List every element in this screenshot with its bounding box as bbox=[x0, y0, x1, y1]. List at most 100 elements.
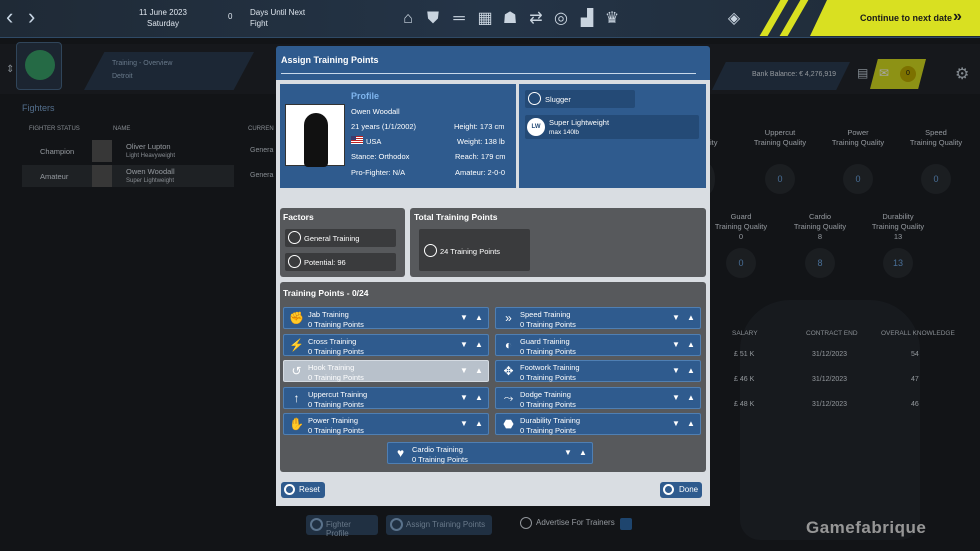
footwork-training-row[interactable]: ✥ Footwork Training 0 Training Points ▼ ▲ bbox=[495, 360, 701, 382]
cardio-training-row[interactable]: ♥ Cardio Training 0 Training Points ▼ ▲ bbox=[387, 442, 593, 464]
increase-arrow-icon[interactable]: ▲ bbox=[687, 366, 695, 375]
days-label-line1: Days Until Next bbox=[250, 8, 306, 17]
circle-icon bbox=[663, 484, 674, 495]
team-icon[interactable]: ☗ bbox=[500, 9, 520, 29]
increase-arrow-icon[interactable]: ▲ bbox=[475, 366, 483, 375]
training-points: 0 Training Points bbox=[520, 399, 576, 409]
increase-arrow-icon[interactable]: ▲ bbox=[475, 340, 483, 349]
decrease-arrow-icon[interactable]: ▼ bbox=[672, 340, 680, 349]
hook-training-row[interactable]: ↺ Hook Training 0 Training Points ▼ ▲ bbox=[283, 360, 489, 382]
training-name: Uppercut Training bbox=[308, 389, 368, 399]
modal-title: Assign Training Points bbox=[281, 55, 379, 65]
training-points: 0 Training Points bbox=[308, 426, 364, 435]
decrease-arrow-icon[interactable]: ▼ bbox=[672, 419, 680, 428]
training-name: Dodge Training bbox=[520, 389, 571, 399]
training-points: 0 Training Points bbox=[520, 373, 576, 382]
increase-arrow-icon[interactable]: ▲ bbox=[475, 393, 483, 402]
profile-reach: Reach: 179 cm bbox=[455, 152, 506, 161]
cross-training-row[interactable]: ⚡ Cross Training 0 Training Points ▼ ▲ bbox=[283, 333, 489, 356]
training-name: Durability Training bbox=[520, 416, 581, 425]
decrease-arrow-icon[interactable]: ▼ bbox=[672, 393, 680, 402]
decrease-arrow-icon[interactable]: ▼ bbox=[672, 366, 680, 375]
total-points-title: Total Training Points bbox=[414, 212, 498, 222]
power-icon: ✋ bbox=[289, 417, 304, 431]
training-points-title: Training Points - 0/24 bbox=[283, 288, 369, 298]
list-icon bbox=[528, 92, 541, 105]
decrease-arrow-icon[interactable]: ▼ bbox=[460, 393, 468, 402]
training-points: 0 Training Points bbox=[308, 320, 364, 329]
timer-icon[interactable]: ◈ bbox=[724, 9, 744, 29]
increase-arrow-icon[interactable]: ▲ bbox=[687, 393, 695, 402]
training-name: Jab Training bbox=[308, 310, 349, 319]
profile-heading: Profile bbox=[351, 91, 380, 101]
dumbbell-icon[interactable]: ═ bbox=[449, 9, 469, 29]
title-divider bbox=[281, 73, 696, 74]
training-points: 0 Training Points bbox=[520, 346, 576, 356]
decrease-arrow-icon[interactable]: ▼ bbox=[672, 313, 680, 322]
target-icon[interactable]: ◎ bbox=[551, 9, 571, 29]
increase-arrow-icon[interactable]: ▲ bbox=[687, 313, 695, 322]
stats-icon[interactable]: ▟ bbox=[577, 9, 597, 29]
done-label: Done bbox=[679, 485, 699, 494]
reset-label: Reset bbox=[299, 485, 320, 494]
footwork-icon: ✥ bbox=[503, 364, 514, 378]
list-icon bbox=[288, 255, 301, 268]
back-arrow-icon[interactable]: ‹ bbox=[6, 6, 13, 28]
decrease-arrow-icon[interactable]: ▼ bbox=[460, 340, 468, 349]
home-icon[interactable]: ⌂ bbox=[398, 9, 418, 29]
done-button[interactable]: Done bbox=[660, 482, 702, 498]
guard-training-row[interactable]: ◐ Guard Training 0 Training Points ▼ ▲ bbox=[495, 333, 701, 356]
weight-class-name: Super Lightweight bbox=[549, 118, 610, 127]
profile-country: USA bbox=[366, 137, 382, 146]
uppercut-training-row[interactable]: ↑ Uppercut Training 0 Training Points ▼ ▲ bbox=[283, 386, 489, 409]
trophy-icon[interactable]: ♛ bbox=[602, 9, 622, 29]
double-chevron-icon[interactable]: » bbox=[953, 8, 962, 26]
decrease-arrow-icon[interactable]: ▼ bbox=[564, 448, 572, 457]
decrease-arrow-icon[interactable]: ▼ bbox=[460, 313, 468, 322]
training-points: 0 Training Points bbox=[520, 426, 576, 435]
weight-class-badge: LW bbox=[527, 118, 545, 136]
forward-arrow-icon[interactable]: › bbox=[28, 6, 35, 28]
profile-stance: Stance: Orthodox bbox=[351, 152, 410, 161]
durability-training-row[interactable]: ⬣ Durability Training 0 Training Points ▼ ▲ bbox=[495, 413, 701, 435]
increase-arrow-icon[interactable]: ▲ bbox=[687, 340, 695, 349]
decrease-arrow-icon[interactable]: ▼ bbox=[460, 366, 468, 375]
increase-arrow-icon[interactable]: ▲ bbox=[475, 313, 483, 322]
dodge-icon: ⤳ bbox=[503, 390, 514, 405]
training-name: Cross Training bbox=[308, 336, 357, 346]
increase-arrow-icon[interactable]: ▲ bbox=[579, 448, 587, 457]
uppercut-icon: ↑ bbox=[293, 390, 300, 405]
days-until-fight-label: Days Until Next Fight bbox=[250, 7, 320, 29]
jab-icon: ✊ bbox=[289, 311, 304, 325]
power-training-row[interactable]: ✋ Power Training 0 Training Points ▼ ▲ bbox=[283, 413, 489, 435]
guard-icon: ◐ bbox=[504, 337, 513, 352]
training-points: 0 Training Points bbox=[308, 346, 364, 356]
training-name: Hook Training bbox=[308, 363, 355, 372]
shield-icon[interactable]: ⛊ bbox=[423, 9, 443, 29]
training-name: Footwork Training bbox=[520, 363, 580, 372]
training-points: 0 Training Points bbox=[412, 455, 468, 464]
speed-training-row[interactable]: » Speed Training 0 Training Points ▼ ▲ bbox=[495, 307, 701, 329]
training-points: 0 Training Points bbox=[308, 373, 364, 382]
calendar-icon[interactable]: ▦ bbox=[475, 9, 495, 29]
reset-button[interactable]: Reset bbox=[281, 482, 325, 498]
training-points: 0 Training Points bbox=[308, 399, 364, 409]
style-name: Slugger bbox=[545, 95, 571, 104]
training-name: Guard Training bbox=[520, 336, 570, 346]
jab-training-row[interactable]: ✊ Jab Training 0 Training Points ▼ ▲ bbox=[283, 307, 489, 329]
transfer-icon[interactable]: ⇄ bbox=[526, 9, 546, 29]
training-points: 0 Training Points bbox=[520, 320, 576, 329]
dodge-training-row[interactable]: ⤳ Dodge Training 0 Training Points ▼ ▲ bbox=[495, 386, 701, 409]
increase-arrow-icon[interactable]: ▲ bbox=[475, 419, 483, 428]
profile-height: Height: 173 cm bbox=[454, 122, 505, 131]
durability-icon: ⬣ bbox=[503, 417, 514, 431]
profile-name: Owen Woodall bbox=[351, 107, 400, 116]
training-name: Speed Training bbox=[520, 310, 571, 319]
training-name: Power Training bbox=[308, 416, 359, 425]
profile-pro: Pro-Fighter: N/A bbox=[351, 168, 406, 177]
factor-general: General Training bbox=[304, 234, 360, 243]
factors-title: Factors bbox=[283, 212, 314, 222]
decrease-arrow-icon[interactable]: ▼ bbox=[460, 419, 468, 428]
increase-arrow-icon[interactable]: ▲ bbox=[687, 419, 695, 428]
list-icon bbox=[288, 231, 301, 244]
